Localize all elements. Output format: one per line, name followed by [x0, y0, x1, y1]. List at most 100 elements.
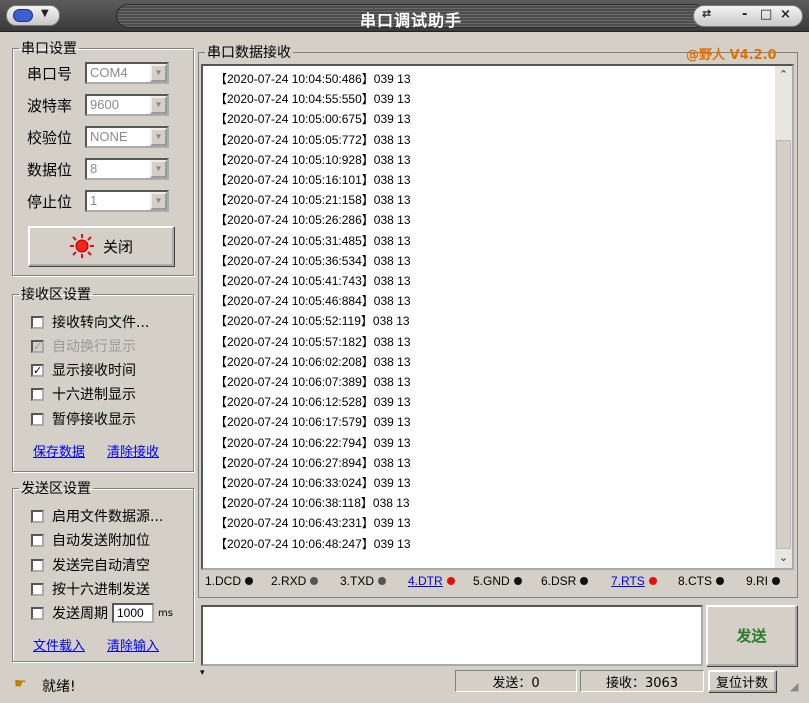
signal-indicator[interactable]: 7.RTS: [611, 574, 657, 588]
version-brand: @野人 V4.2.0: [686, 48, 777, 63]
receive-option-label: 自动换行显示: [52, 339, 136, 355]
port-setting-select[interactable]: 1 ▼: [85, 190, 169, 212]
port-setting-label: 波特率: [27, 96, 73, 115]
receive-option-checkbox[interactable]: 十六进制显示: [31, 384, 136, 404]
port-setting-row: 校验位 NONE ▼: [27, 126, 169, 148]
pin-icon[interactable]: ⇄: [702, 7, 711, 20]
signal-indicator: 1.DCD: [205, 574, 254, 588]
port-setting-select[interactable]: 8 ▼: [85, 158, 169, 180]
signal-led-icon: [580, 577, 589, 585]
send-option-checkbox[interactable]: 发送完自动清空: [31, 555, 150, 575]
signal-indicator[interactable]: 4.DTR: [408, 574, 455, 588]
port-setting-label: 数据位: [27, 160, 73, 179]
checkbox-box[interactable]: [31, 315, 44, 329]
checkbox-box[interactable]: [31, 582, 44, 596]
system-menu-button[interactable]: ▼: [6, 5, 60, 26]
chevron-down-icon[interactable]: ▼: [150, 64, 167, 82]
port-setting-value: 8: [90, 161, 98, 176]
port-setting-row: 波特率 9600 ▼: [27, 94, 169, 116]
maximize-button[interactable]: □: [760, 7, 772, 22]
scroll-down-icon[interactable]: ⌄: [775, 551, 792, 568]
checkbox-box[interactable]: ✓: [31, 363, 44, 377]
clear-receive-link[interactable]: 清除接收: [107, 441, 159, 460]
title-caption: 串口调试助手: [116, 4, 706, 30]
receive-option-checkbox[interactable]: 接收转向文件...: [31, 312, 149, 332]
port-setting-value: NONE: [90, 129, 128, 144]
signal-indicator: 3.TXD: [340, 574, 387, 588]
log-line: 【2020-07-24 10:06:02:208】038 13: [215, 354, 411, 369]
signal-led-icon: [446, 577, 455, 585]
scroll-thumb[interactable]: [776, 140, 791, 549]
port-setting-select[interactable]: NONE ▼: [85, 126, 169, 148]
send-button[interactable]: 发送: [706, 605, 797, 666]
chevron-down-icon[interactable]: ▼: [150, 192, 167, 210]
chevron-down-icon[interactable]: ▼: [150, 128, 167, 146]
receive-option-label: 暂停接收显示: [52, 412, 136, 428]
chevron-down-icon: ▼: [41, 8, 49, 19]
receive-area-legend: 串口数据接收: [207, 45, 291, 61]
signal-led-icon: [772, 577, 781, 585]
log-line: 【2020-07-24 10:06:38:118】038 13: [215, 496, 410, 511]
send-period-checkbox-box[interactable]: [31, 606, 44, 620]
resize-grip-icon[interactable]: ◢: [790, 680, 798, 693]
checkbox-box[interactable]: [31, 387, 44, 401]
signal-label: 9.RI: [746, 574, 769, 588]
checkbox-box[interactable]: [31, 533, 44, 547]
log-line: 【2020-07-24 10:05:36:534】038 13: [215, 253, 411, 268]
log-line: 【2020-07-24 10:05:00:675】039 13: [215, 112, 411, 127]
signal-label: 8.CTS: [678, 574, 713, 588]
close-window-button[interactable]: ×: [780, 7, 791, 22]
signal-led-icon: [513, 577, 522, 585]
scroll-up-icon[interactable]: ⌃: [775, 68, 792, 85]
send-option-checkbox[interactable]: 启用文件数据源...: [31, 506, 163, 526]
chevron-down-icon[interactable]: ▼: [150, 96, 167, 114]
receive-option-checkbox[interactable]: 暂停接收显示: [31, 409, 136, 429]
minimize-button[interactable]: -: [742, 7, 747, 22]
port-setting-label: 串口号: [27, 64, 73, 83]
status-bar: ☛ 就绪! ▾ 发送：0 接收：3063 复位计数 ◢: [0, 668, 809, 703]
send-input-area[interactable]: [201, 605, 703, 666]
checkbox-box[interactable]: ✓: [31, 339, 44, 353]
reset-count-button[interactable]: 复位计数: [708, 670, 776, 692]
pointing-hand-icon: ☛: [14, 676, 27, 692]
log-line: 【2020-07-24 10:06:12:528】039 13: [215, 395, 411, 410]
send-option-label: 自动发送附加位: [52, 533, 150, 549]
send-period-checkbox[interactable]: 发送周期 ms: [31, 603, 173, 623]
close-port-label: 关闭: [102, 237, 133, 256]
close-port-button[interactable]: 关闭: [28, 226, 174, 266]
log-line: 【2020-07-24 10:06:48:247】039 13: [215, 536, 411, 551]
save-data-link[interactable]: 保存数据: [33, 441, 85, 460]
port-setting-row: 数据位 8 ▼: [27, 158, 169, 180]
receive-option-checkbox[interactable]: ✓ 自动换行显示: [31, 336, 136, 356]
port-setting-label: 校验位: [27, 128, 73, 147]
signal-indicator: 9.RI: [746, 574, 781, 588]
port-setting-select[interactable]: COM4 ▼: [85, 62, 169, 84]
load-file-link[interactable]: 文件载入: [33, 635, 85, 654]
log-line: 【2020-07-24 10:05:26:286】038 13: [215, 213, 411, 228]
title-bar[interactable]: ▼ 串口调试助手 ⇄ - □ ×: [0, 0, 809, 32]
log-line: 【2020-07-24 10:06:33:024】039 13: [215, 476, 411, 490]
log-line: 【2020-07-24 10:06:17:579】039 13: [215, 415, 411, 430]
send-option-checkbox[interactable]: 按十六进制发送: [31, 579, 150, 599]
vertical-scrollbar[interactable]: ⌃ ⌄: [775, 66, 792, 568]
send-period-unit: ms: [158, 607, 173, 619]
checkbox-box[interactable]: [31, 509, 44, 523]
signal-label: 1.DCD: [205, 574, 242, 588]
send-option-checkbox[interactable]: 自动发送附加位: [31, 530, 150, 550]
receive-text-area[interactable]: 【2020-07-24 10:04:50:486】039 13 【2020-07-…: [201, 64, 794, 570]
signal-label: 2.RXD: [271, 574, 307, 588]
log-line: 【2020-07-24 10:04:50:486】039 13: [215, 72, 411, 86]
log-line: 【2020-07-24 10:06:43:231】039 13: [215, 516, 411, 531]
signal-led-icon: [648, 577, 657, 585]
log-line: 【2020-07-24 10:05:05:772】038 13: [215, 132, 411, 147]
port-setting-row: 串口号 COM4 ▼: [27, 62, 169, 84]
port-setting-select[interactable]: 9600 ▼: [85, 94, 169, 116]
chevron-down-icon[interactable]: ▼: [150, 160, 167, 178]
port-setting-value: COM4: [90, 65, 128, 80]
clear-input-link[interactable]: 清除输入: [107, 635, 159, 654]
send-period-input[interactable]: [112, 603, 154, 623]
port-settings-legend: 串口设置: [21, 41, 77, 57]
receive-option-checkbox[interactable]: ✓ 显示接收时间: [31, 360, 136, 380]
checkbox-box[interactable]: [31, 558, 44, 572]
checkbox-box[interactable]: [31, 412, 44, 426]
